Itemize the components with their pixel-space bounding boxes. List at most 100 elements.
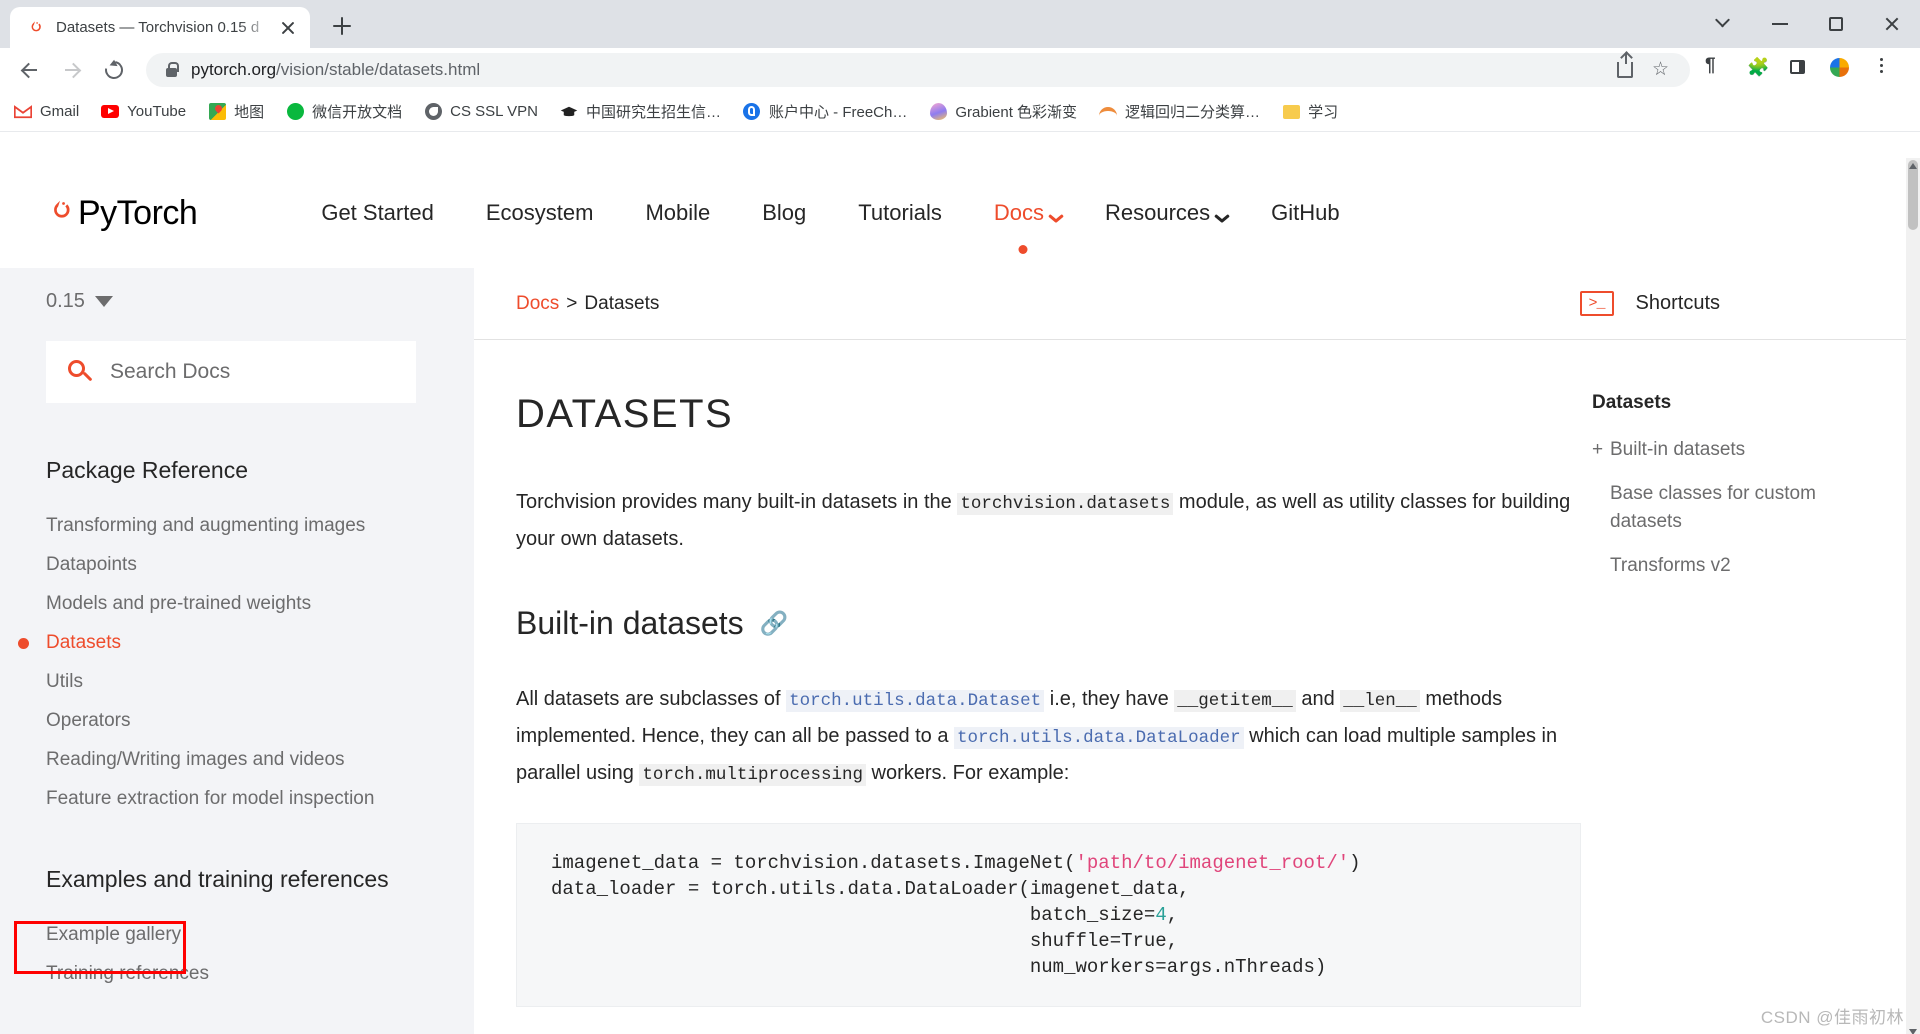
version-selector[interactable]: 0.15 — [46, 290, 474, 313]
scroll-down-arrow-icon[interactable] — [1908, 1024, 1918, 1034]
inline-code-getitem: __getitem__ — [1174, 690, 1296, 712]
expand-plus-icon[interactable]: + — [1592, 436, 1603, 464]
sidebar-item-datapoints[interactable]: Datapoints — [46, 545, 474, 584]
search-placeholder: Search Docs — [110, 360, 231, 383]
bookmark-gmail[interactable]: Gmail — [14, 103, 79, 121]
nav-item-ecosystem[interactable]: Ecosystem — [460, 200, 620, 226]
nav-item-get-started[interactable]: Get Started — [295, 200, 460, 226]
nav-item-blog[interactable]: Blog — [736, 200, 832, 226]
omnibox-actions: ☆ — [1604, 53, 1676, 85]
bookmark-maps[interactable]: 地图 — [208, 101, 264, 122]
sidebar-item-label: Datapoints — [46, 554, 137, 575]
code-line-4: shuffle=True, — [551, 930, 1179, 952]
sidebar-item-utils[interactable]: Utils — [46, 662, 474, 701]
inline-code-dataloader[interactable]: torch.utils.data.DataLoader — [954, 727, 1244, 749]
pytorch-logo-text: PyTorch — [78, 193, 198, 232]
address-bar[interactable]: pytorch.org/vision/stable/datasets.html … — [146, 53, 1690, 87]
bookmark-label: 逻辑回归二分类算… — [1125, 104, 1261, 121]
window-controls — [1696, 0, 1920, 48]
nav-item-resources[interactable]: Resources — [1079, 200, 1245, 226]
nav-item-tutorials[interactable]: Tutorials — [832, 200, 968, 226]
right-toc: Datasets + Built-in datasets Base classes… — [1574, 340, 1914, 1007]
forward-arrow-icon[interactable] — [54, 52, 90, 88]
shortcuts-label: Shortcuts — [1635, 292, 1720, 314]
tab-strip: Datasets — Torchvision 0.15 d — [0, 0, 1920, 48]
toc-item-built-in-datasets[interactable]: + Built-in datasets — [1592, 436, 1842, 464]
tab-title: Datasets — Torchvision 0.15 d — [56, 19, 260, 36]
sidebar-item-label: Models and pre-trained weights — [46, 593, 312, 614]
bookmark-freech-account[interactable]: 账户中心 - FreeCh… — [743, 101, 907, 122]
sidebar-item-label: Example gallery — [46, 924, 182, 945]
inline-code-multiprocessing: torch.multiprocessing — [639, 764, 866, 786]
pytorch-logo[interactable]: PyTorch — [47, 193, 198, 233]
bookmark-grabient[interactable]: Grabient 色彩渐变 — [929, 101, 1077, 122]
nav-item-github[interactable]: GitHub — [1245, 200, 1365, 226]
sidebar-item-training-references[interactable]: Training references — [46, 954, 474, 993]
bookmark-label: 微信开放文档 — [312, 104, 403, 121]
link-icon[interactable]: 🔗 — [760, 610, 789, 637]
menu-kebab-icon[interactable] — [1866, 52, 1902, 88]
side-panel-icon[interactable] — [1782, 52, 1818, 88]
sidebar-list: Transforming and augmenting images Datap… — [0, 506, 474, 818]
chevron-down-icon[interactable] — [1696, 0, 1752, 48]
freech-icon — [743, 103, 761, 121]
bookmark-logistic-regression[interactable]: 逻辑回归二分类算… — [1099, 101, 1260, 122]
share-icon[interactable] — [1610, 53, 1640, 85]
active-bullet-icon — [18, 638, 29, 649]
bookmark-cs-ssl-vpn[interactable]: CS SSL VPN — [424, 103, 538, 121]
pytorch-flame-icon — [47, 198, 73, 228]
toc-item-transforms-v2[interactable]: Transforms v2 — [1592, 552, 1842, 580]
lock-icon — [166, 61, 179, 77]
bookmark-label: 账户中心 - FreeCh… — [768, 104, 908, 121]
bookmark-wechat-docs[interactable]: 微信开放文档 — [286, 101, 402, 122]
sidebar-item-datasets[interactable]: Datasets — [18, 623, 474, 662]
code-block-example[interactable]: imagenet_data = torchvision.datasets.Ima… — [516, 823, 1581, 1007]
new-tab-button[interactable] — [322, 6, 362, 46]
star-icon[interactable]: ☆ — [1646, 55, 1676, 85]
sidebar-item-label: Utils — [46, 671, 83, 692]
page-scrollbar[interactable] — [1906, 158, 1920, 1034]
grabient-icon — [929, 103, 947, 121]
sidebar-item-models-and-pre-trained-weights[interactable]: Models and pre-trained weights — [46, 584, 474, 623]
sidebar-item-example-gallery[interactable]: Example gallery — [46, 915, 474, 954]
sidebar-item-feature-extraction-for-model-inspection[interactable]: Feature extraction for model inspection — [46, 779, 474, 818]
bookmark-youtube[interactable]: YouTube — [101, 103, 186, 121]
url-text: pytorch.org/vision/stable/datasets.html — [191, 60, 480, 80]
scroll-up-arrow-icon[interactable] — [1908, 158, 1918, 169]
sidebar-item-transforming-and-augmenting-images[interactable]: Transforming and augmenting images — [46, 506, 474, 545]
bookmark-label: 中国研究生招生信… — [585, 104, 721, 121]
nav-item-mobile[interactable]: Mobile — [619, 200, 736, 226]
breadcrumb: Docs > Datasets — [516, 293, 659, 315]
close-tab-icon[interactable] — [276, 16, 300, 40]
section-heading-built-in-datasets: Built-in datasets 🔗 — [516, 605, 1574, 642]
profile-avatar-icon[interactable] — [1824, 52, 1860, 88]
url-path: /vision/stable/datasets.html — [276, 60, 481, 79]
close-window-icon[interactable] — [1864, 0, 1920, 48]
nav-label: Blog — [762, 200, 807, 225]
sidebar-item-operators[interactable]: Operators — [46, 701, 474, 740]
sidebar-list-2: Example gallery Training references — [0, 915, 474, 993]
sidebar-item-label: Transforming and augmenting images — [46, 515, 366, 536]
bookmark-study-folder[interactable]: 学习 — [1282, 101, 1338, 122]
bookmarks-bar: Gmail YouTube 地图 微信开放文档 CS SSL VPN 中国研究生… — [0, 92, 1920, 132]
sidebar-item-reading-writing-images-and-videos[interactable]: Reading/Writing images and videos — [46, 740, 474, 779]
translate-icon[interactable]: ¶ — [1698, 52, 1734, 88]
breadcrumb-bar: Docs > Datasets >_ Shortcuts — [474, 268, 1920, 340]
browser-tab[interactable]: Datasets — Torchvision 0.15 d — [10, 7, 310, 48]
search-input[interactable]: Search Docs — [46, 341, 416, 403]
reload-icon[interactable] — [96, 52, 132, 88]
back-arrow-icon[interactable] — [12, 52, 48, 88]
shortcuts-control[interactable]: >_ Shortcuts — [1579, 291, 1920, 316]
maximize-icon[interactable] — [1808, 0, 1864, 48]
nav-item-docs[interactable]: Docs — [968, 200, 1079, 254]
toc-item-base-classes-for-custom-datasets[interactable]: Base classes for custom datasets — [1592, 480, 1842, 536]
sec-text-c: and — [1295, 688, 1341, 710]
inline-code-dataset[interactable]: torch.utils.data.Dataset — [786, 690, 1045, 712]
breadcrumb-docs-link[interactable]: Docs — [516, 293, 559, 314]
bookmark-china-grad[interactable]: 中国研究生招生信… — [560, 101, 721, 122]
minimize-icon[interactable] — [1752, 0, 1808, 48]
left-sidebar: 0.15 Search Docs Package Reference Trans… — [0, 268, 474, 1034]
intro-text-a: Torchvision provides many built-in datas… — [516, 491, 958, 513]
toc-heading: Datasets — [1592, 392, 1672, 413]
extensions-icon[interactable]: 🧩 — [1740, 52, 1776, 88]
